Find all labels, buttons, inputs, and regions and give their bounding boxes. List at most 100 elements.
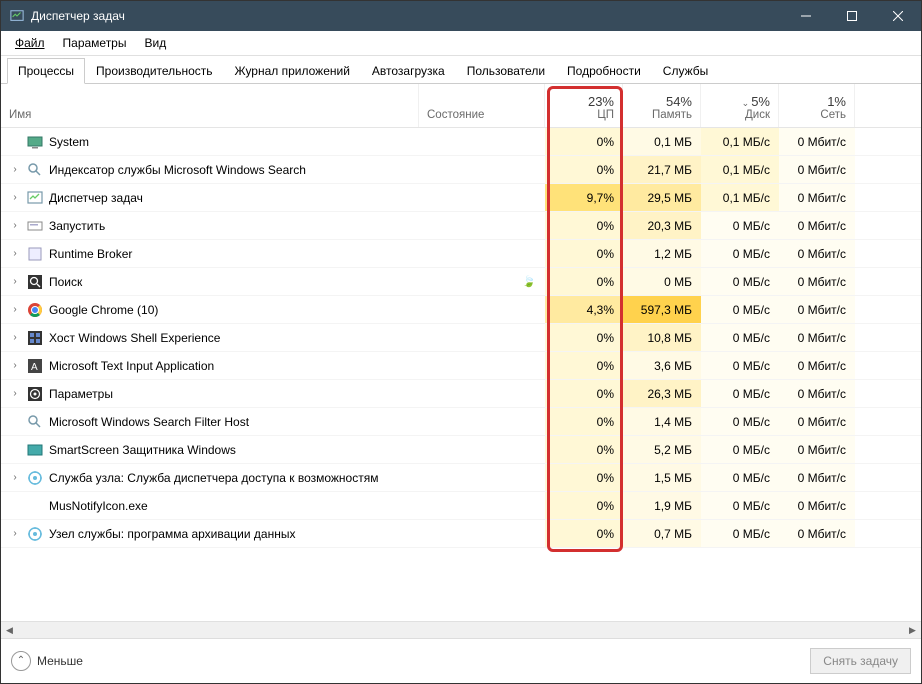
process-status-cell (419, 492, 545, 519)
footer: ⌃ Меньше Снять задачу (1, 638, 921, 682)
process-name-label: System (49, 135, 89, 149)
expand-icon[interactable]: › (9, 388, 21, 399)
process-row[interactable]: ›Индексатор службы Microsoft Windows Sea… (1, 156, 921, 184)
process-disk-cell: 0 МБ/с (701, 296, 779, 323)
process-cpu-cell: 0% (545, 380, 623, 407)
process-memory-cell: 29,5 МБ (623, 184, 701, 211)
process-name-label: Узел службы: программа архивации данных (49, 527, 295, 541)
process-memory-cell: 0,1 МБ (623, 128, 701, 155)
process-name-cell[interactable]: ›Хост Windows Shell Experience (1, 324, 419, 351)
scroll-right-icon[interactable]: ▶ (904, 622, 921, 639)
taskmgr-icon (27, 190, 43, 206)
system-icon (27, 134, 43, 150)
process-row[interactable]: ›Хост Windows Shell Experience0%10,8 МБ0… (1, 324, 921, 352)
process-rows[interactable]: System0%0,1 МБ0,1 МБ/с0 Мбит/с›Индексато… (1, 128, 921, 638)
column-header-disk[interactable]: ⌄5% Диск (701, 84, 779, 127)
svg-text:A: A (31, 362, 38, 373)
process-name-label: Microsoft Text Input Application (49, 359, 214, 373)
process-disk-cell: 0 МБ/с (701, 324, 779, 351)
expand-icon[interactable]: › (9, 472, 21, 483)
process-status-cell (419, 352, 545, 379)
horizontal-scrollbar[interactable]: ◀ ▶ (1, 621, 921, 638)
process-row[interactable]: ›Runtime Broker0%1,2 МБ0 МБ/с0 Мбит/с (1, 240, 921, 268)
process-disk-cell: 0 МБ/с (701, 520, 779, 547)
process-name-cell[interactable]: ›Runtime Broker (1, 240, 419, 267)
process-name-cell[interactable]: ›Индексатор службы Microsoft Windows Sea… (1, 156, 419, 183)
process-status-cell (419, 184, 545, 211)
process-network-cell: 0 Мбит/с (779, 492, 855, 519)
process-row[interactable]: › Узел службы: программа архивации данных… (1, 520, 921, 548)
process-name-cell[interactable]: MusNotifyIcon.exe (1, 492, 419, 519)
process-row[interactable]: ›Диспетчер задач9,7%29,5 МБ0,1 МБ/с0 Мби… (1, 184, 921, 212)
expand-icon[interactable]: › (9, 528, 21, 539)
minimize-button[interactable] (783, 1, 829, 31)
process-name-cell[interactable]: › Запустить (1, 212, 419, 239)
process-disk-cell: 0 МБ/с (701, 492, 779, 519)
process-cpu-cell: 0% (545, 212, 623, 239)
process-status-cell (419, 324, 545, 351)
process-name-cell[interactable]: ›Служба узла: Служба диспетчера доступа … (1, 464, 419, 491)
process-network-cell: 0 Мбит/с (779, 212, 855, 239)
process-name-cell[interactable]: ›Диспетчер задач (1, 184, 419, 211)
process-row[interactable]: System0%0,1 МБ0,1 МБ/с0 Мбит/с (1, 128, 921, 156)
process-row[interactable]: ›Параметры0%26,3 МБ0 МБ/с0 Мбит/с (1, 380, 921, 408)
menu-file[interactable]: Файл (7, 33, 53, 53)
expand-icon[interactable]: › (9, 276, 21, 287)
process-disk-cell: 0 МБ/с (701, 408, 779, 435)
process-row[interactable]: ›Запустить0%20,3 МБ0 МБ/с0 Мбит/с (1, 212, 921, 240)
column-header-cpu[interactable]: 23% ЦП (545, 84, 623, 127)
column-header-name[interactable]: Имя (1, 84, 419, 127)
process-disk-cell: 0,1 МБ/с (701, 128, 779, 155)
expand-icon[interactable]: › (9, 192, 21, 203)
blank-icon (27, 498, 43, 514)
process-name-cell[interactable]: ›Поиск (1, 268, 419, 295)
process-name-cell[interactable]: ›Google Chrome (10) (1, 296, 419, 323)
scroll-left-icon[interactable]: ◀ (1, 622, 18, 639)
expand-icon[interactable]: › (9, 304, 21, 315)
process-row[interactable]: MusNotifyIcon.exe0%1,9 МБ0 МБ/с0 Мбит/с (1, 492, 921, 520)
process-name-cell[interactable]: Microsoft Windows Search Filter Host (1, 408, 419, 435)
tab-5[interactable]: Подробности (556, 58, 652, 83)
expand-icon[interactable]: › (9, 164, 21, 175)
process-cpu-cell: 0% (545, 352, 623, 379)
expand-icon[interactable]: › (9, 248, 21, 259)
maximize-button[interactable] (829, 1, 875, 31)
process-row[interactable]: SmartScreen Защитника Windows0%5,2 МБ0 М… (1, 436, 921, 464)
column-header-network[interactable]: 1% Сеть (779, 84, 855, 127)
close-button[interactable] (875, 1, 921, 31)
column-header-status[interactable]: Состояние (419, 84, 545, 127)
process-cpu-cell: 4,3% (545, 296, 623, 323)
process-status-cell (419, 296, 545, 323)
process-name-cell[interactable]: › A Microsoft Text Input Application (1, 352, 419, 379)
process-name-cell[interactable]: SmartScreen Защитника Windows (1, 436, 419, 463)
process-name-cell[interactable]: System (1, 128, 419, 155)
expand-icon[interactable]: › (9, 360, 21, 371)
process-network-cell: 0 Мбит/с (779, 324, 855, 351)
process-cpu-cell: 0% (545, 436, 623, 463)
end-task-button[interactable]: Снять задачу (810, 648, 911, 674)
process-row[interactable]: Microsoft Windows Search Filter Host0%1,… (1, 408, 921, 436)
process-name-label: Запустить (49, 219, 105, 233)
process-row[interactable]: ›AMicrosoft Text Input Application0%3,6 … (1, 352, 921, 380)
menu-options[interactable]: Параметры (55, 33, 135, 53)
column-header-memory[interactable]: 54% Память (623, 84, 701, 127)
fewer-details-button[interactable]: ⌃ Меньше (11, 651, 83, 671)
process-row[interactable]: ›Служба узла: Служба диспетчера доступа … (1, 464, 921, 492)
shell-icon (27, 330, 43, 346)
expand-icon[interactable]: › (9, 220, 21, 231)
expand-icon[interactable]: › (9, 332, 21, 343)
tab-6[interactable]: Службы (652, 58, 719, 83)
process-row[interactable]: ›Google Chrome (10)4,3%597,3 МБ0 МБ/с0 М… (1, 296, 921, 324)
chrome-icon (27, 302, 43, 318)
tab-2[interactable]: Журнал приложений (224, 58, 361, 83)
process-memory-cell: 0,7 МБ (623, 520, 701, 547)
process-row[interactable]: ›Поиск🍃0%0 МБ0 МБ/с0 Мбит/с (1, 268, 921, 296)
tab-0[interactable]: Процессы (7, 58, 85, 84)
tab-3[interactable]: Автозагрузка (361, 58, 456, 83)
process-status-cell (419, 156, 545, 183)
tab-1[interactable]: Производительность (85, 58, 223, 83)
process-name-cell[interactable]: › Узел службы: программа архивации данных (1, 520, 419, 547)
menu-view[interactable]: Вид (136, 33, 174, 53)
process-name-cell[interactable]: ›Параметры (1, 380, 419, 407)
tab-4[interactable]: Пользователи (456, 58, 556, 83)
